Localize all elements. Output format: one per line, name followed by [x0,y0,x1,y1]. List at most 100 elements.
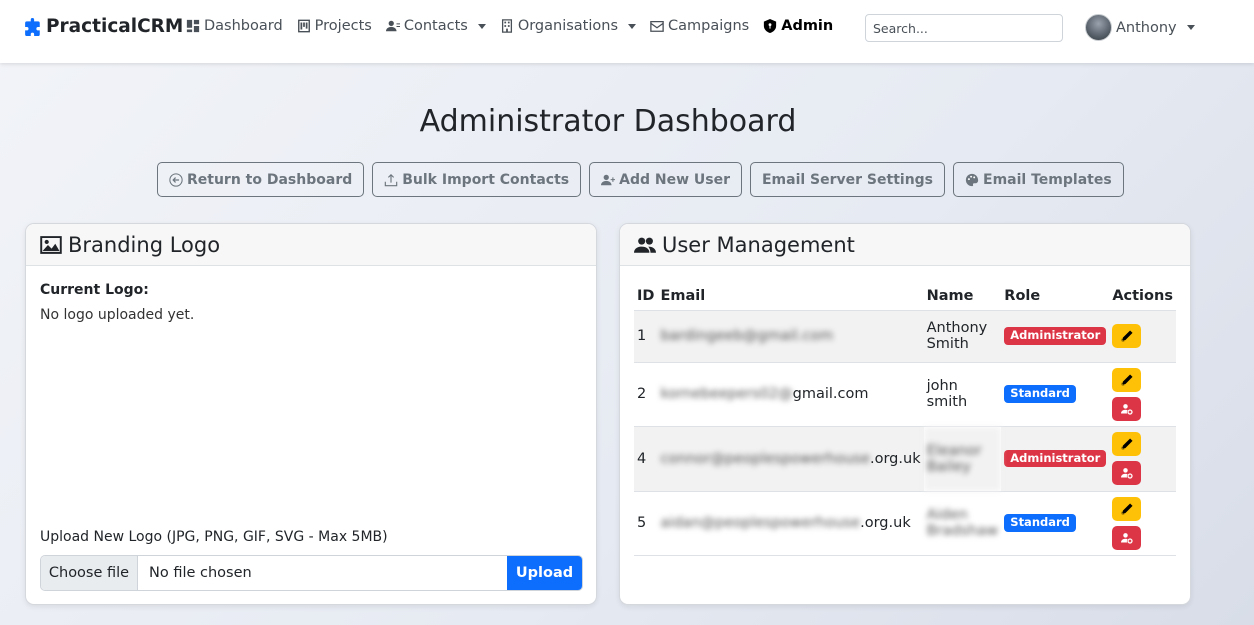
nav-label: Admin [781,18,834,34]
user-role: Standard [1001,362,1110,427]
nav-item-projects[interactable]: Projects [297,18,372,34]
users-table: ID Email Name Role Actions 1 bardingeeb@… [634,282,1176,556]
email-redacted: bardingeeb@gmail.com [660,328,834,344]
edit-user-button[interactable] [1112,367,1142,392]
user-name: Aiden Bradshaw [923,491,1002,556]
nav-label: Campaigns [668,18,750,34]
nav-item-organisations[interactable]: Organisations [500,18,637,34]
navbar: PracticalCRM Dashboard Projects Contacts… [0,0,1254,63]
table-row: 1 bardingeeb@gmail.com Anthony Smith Adm… [634,310,1176,363]
upload-logo-label: Upload New Logo (JPG, PNG, GIF, SVG - Ma… [40,529,388,545]
delete-user-button[interactable] [1112,525,1142,550]
brand-name: PracticalCRM [46,16,184,37]
current-logo-label: Current Logo: [40,282,149,298]
current-logo-status: No logo uploaded yet. [40,307,195,323]
table-header-row: ID Email Name Role Actions [634,282,1176,311]
user-x-icon [1120,532,1133,544]
branding-logo-card: Branding Logo Current Logo: No logo uplo… [25,223,597,605]
palette-icon [965,173,979,186]
shield-icon [764,19,777,33]
user-name: Anthony [1116,19,1177,36]
email-server-settings-button[interactable]: Email Server Settings [749,162,946,197]
user-actions [1109,426,1176,492]
user-id: 2 [634,362,658,427]
envelope-icon [650,20,664,32]
file-input-group: Choose file No file chosen Upload [40,555,583,591]
arrow-left-circle-icon [169,172,183,187]
nav-menu: Dashboard Projects Contacts Organisation… [186,18,847,34]
role-badge: Administrator [1004,449,1107,468]
pencil-icon [1121,438,1133,450]
return-to-dashboard-button[interactable]: Return to Dashboard [157,162,365,197]
role-badge: Standard [1004,385,1076,403]
email-domain: gmail.com [792,386,869,402]
admin-actions: Return to Dashboard Bulk Import Contacts… [157,162,1124,197]
user-name: john smith [923,362,1002,427]
file-name-display[interactable]: No file chosen [138,556,507,590]
nav-item-campaigns[interactable]: Campaigns [650,18,749,34]
email-domain: .org.uk [860,515,911,531]
dashboard-icon [186,19,200,33]
column-header-role: Role [1001,282,1110,311]
edit-user-button[interactable] [1112,432,1142,456]
puzzle-icon [25,17,40,36]
user-id: 1 [634,310,658,363]
pencil-icon [1121,373,1133,385]
column-header-email: Email [657,282,924,311]
user-role: Administrator [1001,426,1110,492]
user-email: aidan@peoplespowerhouse.org.uk [657,491,924,556]
add-new-user-button[interactable]: Add New User [589,162,742,197]
table-row: 4 connor@peoplespowerhouse.org.uk Eleano… [634,426,1176,492]
user-management-card: User Management ID Email Name Role Actio… [619,223,1191,605]
button-label: Email Templates [983,171,1112,188]
email-templates-button[interactable]: Email Templates [953,162,1124,197]
kanban-icon [297,19,310,33]
card-title: User Management [662,232,855,257]
table-row: 5 aidan@peoplespowerhouse.org.uk Aiden B… [634,491,1176,556]
button-label: Bulk Import Contacts [402,171,570,188]
delete-user-button[interactable] [1112,396,1142,421]
users-icon [634,237,656,253]
pencil-icon [1121,502,1133,514]
column-header-name: Name [923,282,1002,311]
user-x-icon [1120,468,1133,479]
email-redacted: kornebeepers02@ [660,386,793,402]
button-label: Add New User [619,171,730,188]
choose-file-button[interactable]: Choose file [41,556,138,590]
pencil-icon [1121,330,1133,342]
page-title: Administrator Dashboard [419,104,797,139]
user-menu[interactable]: Anthony [1085,14,1195,41]
card-header: User Management [620,224,1190,266]
column-header-id: ID [634,282,658,311]
nav-item-admin[interactable]: Admin [763,18,833,34]
role-badge: Administrator [1004,327,1107,345]
user-email: bardingeeb@gmail.com [657,310,924,363]
nav-label: Dashboard [204,18,283,34]
bulk-import-contacts-button[interactable]: Bulk Import Contacts [372,162,582,197]
role-badge: Standard [1004,514,1076,532]
user-email: kornebeepers02@gmail.com [657,362,924,427]
user-actions [1109,310,1176,363]
email-redacted: aidan@peoplespowerhouse [660,515,861,531]
table-row: 2 kornebeepers02@gmail.com john smith St… [634,362,1176,427]
nav-item-contacts[interactable]: Contacts [385,18,486,34]
nav-item-dashboard[interactable]: Dashboard [186,18,283,34]
chevron-down-icon [1186,25,1195,30]
user-role: Administrator [1001,310,1110,363]
user-email: connor@peoplespowerhouse.org.uk [657,426,924,492]
email-domain: .org.uk [870,450,921,467]
upload-button[interactable]: Upload [507,556,582,590]
user-id: 5 [634,491,658,556]
edit-user-button[interactable] [1112,496,1142,521]
delete-user-button[interactable] [1112,461,1142,485]
edit-user-button[interactable] [1112,324,1142,348]
button-label: Return to Dashboard [187,171,353,188]
search-input[interactable] [865,14,1063,42]
card-header: Branding Logo [26,224,596,266]
button-label: Email Server Settings [761,171,934,188]
contacts-icon [385,20,400,32]
user-id: 4 [634,426,658,492]
brand-link[interactable]: PracticalCRM [24,16,183,37]
nav-label: Organisations [517,18,619,34]
chevron-down-icon [628,23,637,29]
